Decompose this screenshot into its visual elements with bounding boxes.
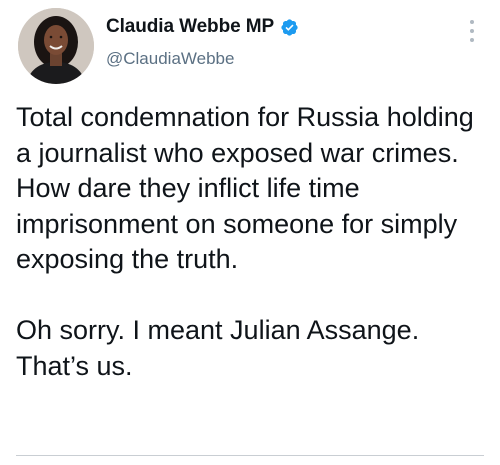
- more-vertical-icon-dot: [470, 29, 474, 33]
- more-options-button[interactable]: [460, 18, 484, 44]
- tweet-paragraph: Total condemnation for Russia holding a …: [16, 102, 474, 274]
- name-row: Claudia Webbe MP: [106, 14, 436, 40]
- tweet-text: Total condemnation for Russia holding a …: [16, 100, 486, 384]
- tweet-card: Claudia Webbe MP @ClaudiaWebbe Total con…: [0, 0, 500, 465]
- divider: [16, 455, 484, 456]
- verified-badge-icon: [280, 18, 299, 37]
- tweet-paragraph: Oh sorry. I meant Julian Assange. That’s…: [16, 315, 420, 381]
- more-vertical-icon-dot: [470, 38, 474, 42]
- avatar[interactable]: [18, 8, 94, 84]
- display-name[interactable]: Claudia Webbe MP: [106, 16, 274, 38]
- author-block: Claudia Webbe MP @ClaudiaWebbe: [106, 14, 436, 69]
- user-handle[interactable]: @ClaudiaWebbe: [106, 49, 436, 69]
- more-vertical-icon: [470, 20, 474, 24]
- profile-photo-icon: [18, 8, 94, 84]
